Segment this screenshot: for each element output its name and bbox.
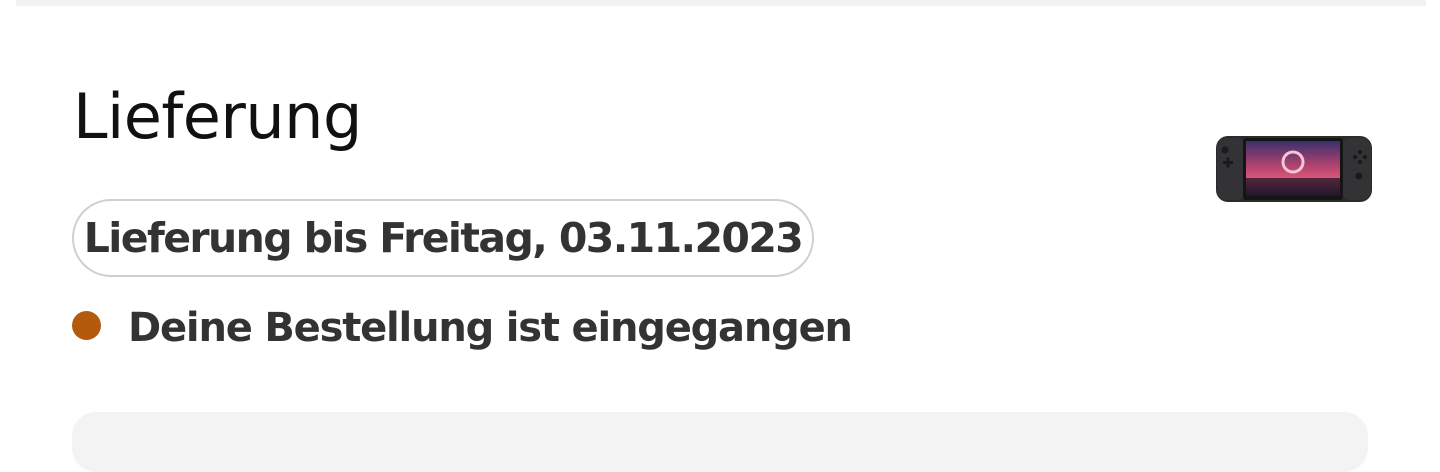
order-status: Deine Bestellung ist eingegangen xyxy=(72,300,853,356)
next-section-card xyxy=(72,412,1368,472)
section-title: Lieferung xyxy=(73,80,362,153)
delivery-date-label: Lieferung bis Freitag, 03.11.2023 xyxy=(83,214,804,262)
status-dot-icon xyxy=(72,310,101,340)
product-image[interactable] xyxy=(1213,132,1373,204)
delivery-date-badge: Lieferung bis Freitag, 03.11.2023 xyxy=(72,199,814,277)
handheld-console-icon xyxy=(1216,136,1372,202)
order-status-label: Deine Bestellung ist eingegangen xyxy=(128,305,853,351)
top-card-edge xyxy=(16,0,1426,6)
